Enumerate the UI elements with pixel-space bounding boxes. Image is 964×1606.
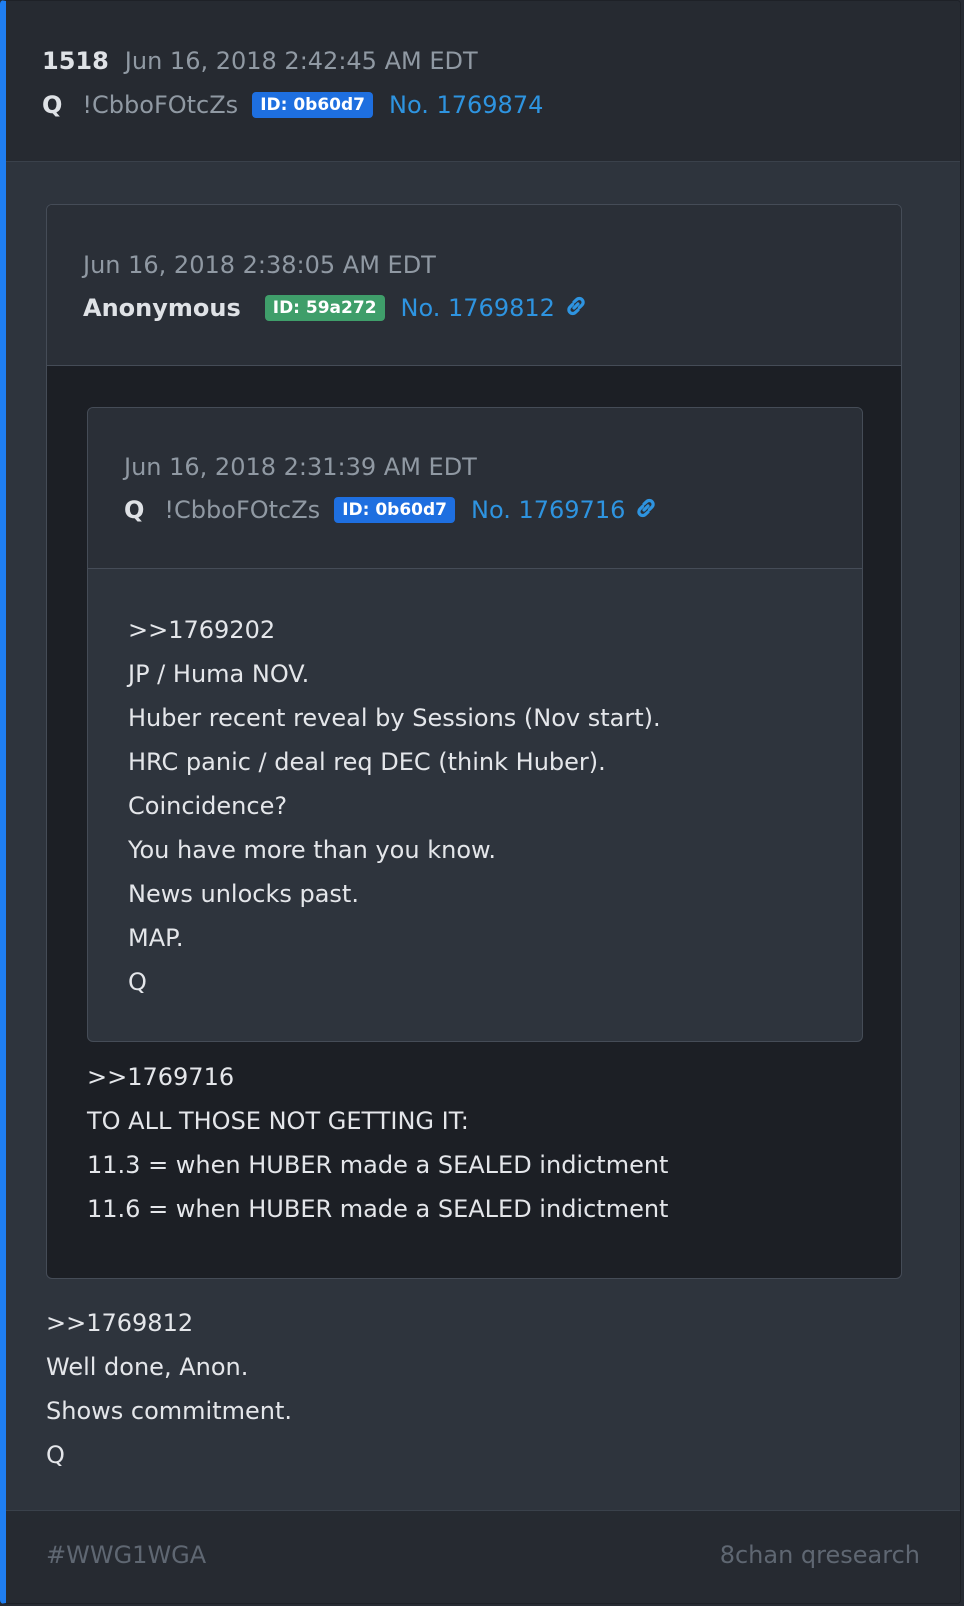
- post-tripcode: !CbboFOtcZs: [82, 91, 239, 119]
- body-line: News unlocks past.: [128, 880, 359, 908]
- body-line: HRC panic / deal req DEC (think Huber).: [128, 748, 606, 776]
- nested-quote-body: >>1769202 JP / Huma NOV. Huber recent re…: [128, 608, 661, 1004]
- quoted-post-q: Jun 16, 2018 2:31:39 AM EDT Q !CbboFOtcZ…: [87, 407, 863, 1042]
- post-author: Q: [42, 91, 63, 119]
- post-number: 1518: [42, 47, 109, 75]
- body-line: JP / Huma NOV.: [128, 660, 310, 688]
- nested-quote-id-badge: ID: 0b60d7: [334, 497, 455, 523]
- quoted-post-timestamp: Jun 16, 2018 2:38:05 AM EDT: [83, 251, 436, 279]
- quoted-post-author: Anonymous: [83, 294, 241, 322]
- quoted-post-header: Jun 16, 2018 2:38:05 AM EDT Anonymous ID…: [47, 205, 901, 366]
- hashtag: #WWG1WGA: [46, 1541, 207, 1569]
- link-icon[interactable]: [633, 496, 659, 524]
- post-author-row: Q !CbboFOtcZs ID: 0b60d7 No. 1769874: [42, 91, 543, 119]
- body-line: TO ALL THOSE NOT GETTING IT:: [87, 1107, 469, 1135]
- quoted-post-author-row: Anonymous ID: 59a272 No. 1769812: [83, 294, 589, 322]
- nested-quote-header: Jun 16, 2018 2:31:39 AM EDT Q !CbboFOtcZ…: [88, 408, 862, 569]
- body-line[interactable]: >>1769812: [46, 1301, 292, 1345]
- body-line[interactable]: >>1769202: [128, 608, 661, 652]
- body-line: Shows commitment.: [46, 1397, 292, 1425]
- post-body: >>1769812 Well done, Anon. Shows commitm…: [46, 1301, 292, 1477]
- body-line: Well done, Anon.: [46, 1353, 249, 1381]
- body-line: 11.6 = when HUBER made a SEALED indictme…: [87, 1195, 669, 1223]
- link-icon[interactable]: [563, 294, 589, 322]
- quoted-post-body: >>1769716 TO ALL THOSE NOT GETTING IT: 1…: [87, 1055, 668, 1231]
- quoted-post-anonymous: Jun 16, 2018 2:38:05 AM EDT Anonymous ID…: [46, 204, 902, 1279]
- body-line: Q: [46, 1441, 65, 1469]
- post-footer: #WWG1WGA 8chan qresearch: [6, 1510, 960, 1603]
- body-line: 11.3 = when HUBER made a SEALED indictme…: [87, 1151, 669, 1179]
- nested-quote-timestamp: Jun 16, 2018 2:31:39 AM EDT: [124, 453, 477, 481]
- post-meta-row: 1518 Jun 16, 2018 2:42:45 AM EDT: [42, 47, 478, 75]
- body-line[interactable]: >>1769716: [87, 1055, 668, 1099]
- source-label: 8chan qresearch: [719, 1541, 920, 1569]
- post-number-link[interactable]: No. 1769874: [389, 91, 543, 119]
- body-line: You have more than you know.: [128, 836, 497, 864]
- post-header: 1518 Jun 16, 2018 2:42:45 AM EDT Q !Cbbo…: [6, 1, 960, 162]
- nested-quote-number-link[interactable]: No. 1769716: [471, 496, 625, 524]
- body-line: Q: [128, 968, 147, 996]
- body-line: Huber recent reveal by Sessions (Nov sta…: [128, 704, 661, 732]
- post-id-badge: ID: 0b60d7: [252, 92, 373, 118]
- quoted-post-id-badge: ID: 59a272: [264, 295, 385, 321]
- nested-quote-tripcode: !CbboFOtcZs: [164, 496, 321, 524]
- quoted-post-number-link[interactable]: No. 1769812: [401, 294, 555, 322]
- nested-quote-author-row: Q !CbboFOtcZs ID: 0b60d7 No. 1769716: [124, 496, 659, 524]
- post-card: 1518 Jun 16, 2018 2:42:45 AM EDT Q !Cbbo…: [0, 0, 961, 1604]
- body-line: MAP.: [128, 924, 184, 952]
- post-timestamp: Jun 16, 2018 2:42:45 AM EDT: [124, 47, 478, 75]
- body-line: Coincidence?: [128, 792, 288, 820]
- nested-quote-author: Q: [124, 496, 145, 524]
